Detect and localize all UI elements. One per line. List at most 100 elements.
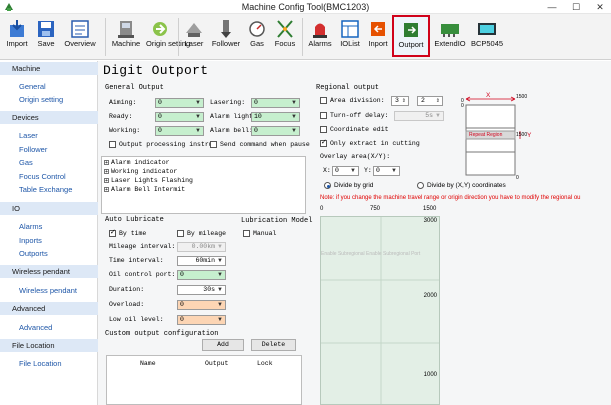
column-header-output[interactable]: Output (205, 360, 228, 367)
sidebar-item-laser[interactable]: Laser (19, 130, 38, 142)
grid-watermark: Enable Subregional Enable Subregional Po… (321, 251, 421, 257)
column-header-lock[interactable]: Lock (257, 360, 273, 367)
toolbar-import-button[interactable]: Import (3, 16, 31, 58)
sidebar-item-alarms[interactable]: Alarms (19, 221, 42, 233)
expand-icon[interactable]: + (104, 159, 109, 165)
custom-output-table: Name Output Lock (106, 355, 302, 405)
time-interval-label: Time interval: (109, 257, 164, 264)
sidebar-group-io[interactable]: IO (0, 202, 98, 215)
sidebar-group-advanced[interactable]: Advanced (0, 302, 98, 315)
working-select[interactable]: 0 ▼ (155, 126, 204, 136)
sidebar-item-wireless-pendant[interactable]: Wireless pendant (19, 285, 77, 297)
output-processing-checkbox[interactable] (109, 141, 116, 148)
sidebar-group-machine[interactable]: Machine (0, 62, 98, 75)
grid-x-tick-750: 750 (370, 206, 381, 212)
window-title: Machine Config Tool(BMC1203) (241, 2, 370, 12)
close-button[interactable]: ✕ (593, 1, 607, 13)
chevron-down-icon: ▼ (291, 114, 297, 120)
toolbar-inport-button[interactable]: Inport (366, 16, 390, 58)
tree-item-alarm-bell-intermit[interactable]: + Alarm Bell Intermit (104, 186, 185, 194)
send-command-checkbox[interactable] (210, 141, 217, 148)
toolbar-alarms-button[interactable]: Alarms (306, 16, 334, 58)
expand-icon[interactable]: + (104, 177, 109, 183)
chevron-down-icon: ▼ (195, 100, 201, 106)
toolbar-outport-button[interactable]: Outport (392, 15, 430, 57)
lasering-select[interactable]: 0 ▼ (251, 98, 300, 108)
aiming-select[interactable]: 0 ▼ (155, 98, 204, 108)
overload-select[interactable]: 0 ▼ (177, 300, 226, 310)
divide-by-grid-radio[interactable] (324, 182, 331, 189)
expand-icon[interactable]: + (104, 168, 109, 174)
sidebar-item-advanced[interactable]: Advanced (19, 322, 52, 334)
tree-item-alarm-indicator[interactable]: + Alarm indicator (104, 159, 170, 167)
tree-item-working-indicator[interactable]: + Working indicator (104, 168, 177, 176)
output-processing-label: Output processing instru (119, 141, 213, 148)
turn-off-delay-checkbox[interactable] (320, 112, 327, 119)
toolbar-origin-setting-button[interactable]: Origin setting (146, 16, 190, 58)
by-mileage-checkbox[interactable] (177, 230, 184, 237)
oil-control-port-select[interactable]: 0 ▼ (177, 270, 226, 280)
expand-icon[interactable]: + (104, 186, 109, 192)
sidebar-item-gas[interactable]: Gas (19, 157, 33, 169)
toolbar-iolist-button[interactable]: IOList (337, 16, 363, 58)
toolbar-follower-button[interactable]: Follower (209, 16, 243, 58)
turn-off-delay-field[interactable]: 5s ▼ (394, 111, 444, 121)
regional-note: Note: if you change the machine travel r… (320, 195, 581, 201)
ready-select[interactable]: 0 ▼ (155, 112, 204, 122)
mileage-interval-field[interactable]: 0.00km ▼ (177, 242, 226, 252)
only-extract-checkbox[interactable] (320, 138, 327, 147)
sidebar-item-inports[interactable]: Inports (19, 235, 42, 247)
diagram-top-right: 1500 (516, 94, 528, 100)
tree-item-laser-lights-flashing[interactable]: + Laser Lights Flashing (104, 177, 193, 185)
origin-icon (153, 22, 167, 36)
area-division-y-spinner[interactable]: 2 ⇕ (417, 96, 443, 106)
overlay-area-label: Overlay area(X/Y): (320, 153, 391, 160)
sidebar-item-table-exchange[interactable]: Table Exchange (19, 184, 72, 196)
area-division-checkbox[interactable] (320, 97, 327, 104)
sidebar-item-general[interactable]: General (19, 81, 46, 93)
column-header-name[interactable]: Name (140, 360, 156, 367)
time-interval-field[interactable]: 60min ▼ (177, 256, 226, 266)
overlay-y-select[interactable]: 0 ▼ (373, 166, 400, 176)
machine-icon (118, 21, 134, 38)
minimize-button[interactable]: — (545, 1, 559, 13)
toolbar-laser-button[interactable]: Laser (181, 16, 207, 58)
sidebar-group-wireless-pendant[interactable]: Wireless pendant (0, 265, 98, 278)
oil-control-port-label: Oil control port: (109, 271, 176, 278)
delete-button[interactable]: Delete (251, 339, 296, 351)
duration-field[interactable]: 30s ▼ (177, 285, 226, 295)
sidebar-item-file-location[interactable]: File Location (19, 358, 62, 370)
low-oil-level-select[interactable]: 0 ▼ (177, 315, 226, 325)
toolbar-save-button[interactable]: Save (33, 16, 59, 58)
coordinate-edit-checkbox[interactable] (320, 126, 327, 133)
region-grid-preview[interactable]: Enable Subregional Enable Subregional Po… (320, 216, 440, 405)
diagram-bottom-num: 0 (516, 175, 519, 181)
add-button[interactable]: Add (202, 339, 244, 351)
overlay-x-select[interactable]: 0 ▼ (332, 166, 359, 176)
sidebar-item-follower[interactable]: Follower (19, 144, 47, 156)
sidebar-item-focus-control[interactable]: Focus Control (19, 171, 66, 183)
sidebar-item-origin-setting[interactable]: Origin setting (19, 94, 63, 106)
toolbar-machine-button[interactable]: Machine (109, 16, 143, 58)
sidebar-item-outports[interactable]: Outports (19, 248, 48, 260)
toolbar-overview-button[interactable]: Overview (62, 16, 98, 58)
chevron-down-icon: ▼ (217, 302, 223, 308)
area-division-x-spinner[interactable]: 3 ⇕ (391, 96, 409, 106)
toolbar-extendio-button[interactable]: ExtendIO (433, 16, 467, 58)
by-time-checkbox[interactable] (109, 228, 116, 237)
alarm-bell-select[interactable]: 0 ▼ (251, 126, 300, 136)
lubrication-model-heading: Lubrication Model (241, 217, 313, 225)
mileage-interval-label: Mileage interval: (109, 243, 176, 250)
alarm-light-select[interactable]: 10 ▼ (251, 112, 300, 122)
only-extract-label: Only extract in cutting (330, 140, 420, 147)
toolbar-focus-button[interactable]: Focus (272, 16, 298, 58)
maximize-button[interactable]: ☐ (569, 1, 583, 13)
toolbar-gas-button[interactable]: Gas (245, 16, 269, 58)
toolbar-bcp5045-button[interactable]: BCP5045 (470, 16, 504, 58)
manual-checkbox[interactable] (243, 230, 250, 237)
sidebar-group-devices[interactable]: Devices (0, 111, 98, 124)
spinner-icon: ⇕ (435, 98, 440, 104)
chevron-down-icon: ▼ (291, 100, 297, 106)
divide-by-xy-radio[interactable] (417, 182, 424, 189)
sidebar-group-file-location[interactable]: File Location (0, 339, 98, 352)
